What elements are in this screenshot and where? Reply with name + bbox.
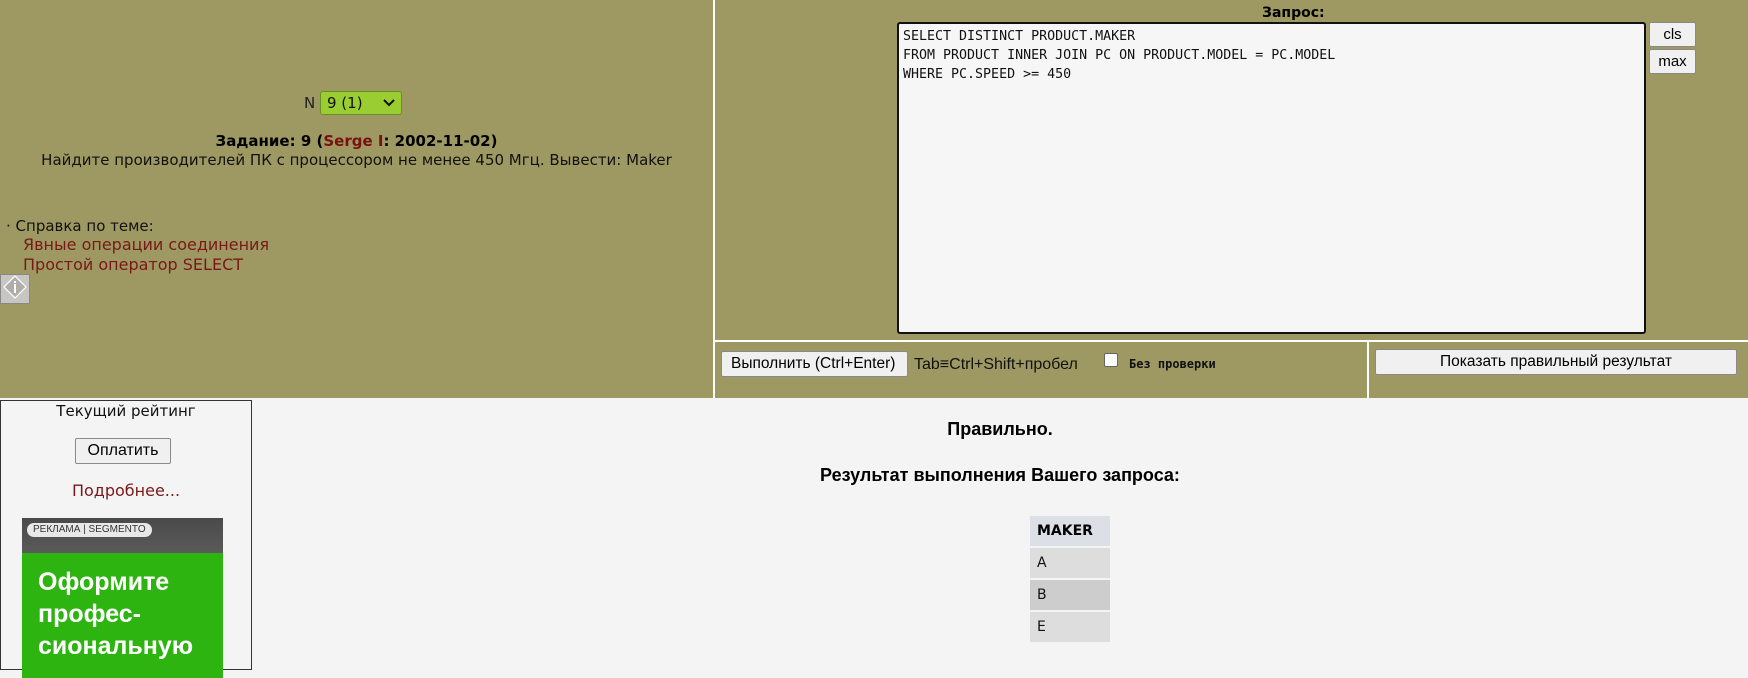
column-header: MAKER — [1030, 516, 1110, 546]
tab-hint: Tab≡Ctrl+Shift+пробел — [914, 356, 1078, 373]
no-check-label: Без проверки — [1129, 357, 1216, 371]
horizontal-divider — [715, 340, 1748, 342]
task-number-value: 9 (1) — [327, 94, 363, 112]
ad-badge: РЕКЛАМА | SEGMENTO — [27, 523, 152, 537]
help-link-select[interactable]: Простой оператор SELECT — [23, 255, 243, 274]
table-cell: E — [1030, 612, 1110, 642]
table-row: E — [1030, 612, 1110, 642]
task-selector-label: N — [304, 94, 316, 112]
query-label: Запрос: — [1262, 5, 1325, 21]
result-status: Правильно. — [947, 419, 1053, 439]
execute-button[interactable]: Выполнить (Ctrl+Enter) — [721, 351, 908, 377]
ad-line: сиональную — [38, 632, 194, 660]
max-button[interactable]: max — [1649, 49, 1696, 74]
table-row: A — [1030, 548, 1110, 578]
vertical-divider — [713, 0, 715, 398]
table-cell: A — [1030, 548, 1110, 578]
task-number-select[interactable]: 9 (1) — [320, 91, 402, 115]
ad-header: РЕКЛАМА | SEGMENTO — [22, 518, 223, 553]
help-link-joins[interactable]: Явные операции соединения — [23, 235, 269, 254]
table-row: B — [1030, 580, 1110, 610]
task-author-link[interactable]: Serge I — [323, 132, 383, 150]
task-title-prefix: Задание: 9 ( — [215, 132, 324, 150]
task-title-suffix: : 2002-11-02) — [383, 132, 498, 150]
table-header-row: MAKER — [1030, 516, 1110, 546]
controls-divider — [1367, 342, 1369, 398]
ad-banner[interactable]: РЕКЛАМА | SEGMENTO Оформите профес- сион… — [22, 518, 223, 678]
info-icon — [3, 275, 27, 303]
task-description: Найдите производителей ПК с процессором … — [41, 151, 672, 169]
ad-line: профес- — [38, 600, 141, 628]
info-button[interactable] — [0, 274, 30, 304]
query-editor[interactable]: SELECT DISTINCT PRODUCT.MAKER FROM PRODU… — [897, 22, 1646, 334]
cls-button[interactable]: cls — [1649, 22, 1696, 47]
show-correct-result-button[interactable]: Показать правильный результат — [1375, 349, 1737, 375]
no-check-checkbox[interactable] — [1104, 353, 1118, 367]
result-heading: Результат выполнения Вашего запроса: — [820, 465, 1180, 485]
ad-line: Оформите — [38, 568, 170, 596]
task-title: Задание: 9 (Serge I: 2002-11-02) — [0, 132, 713, 150]
pay-button[interactable]: Оплатить — [75, 438, 171, 464]
help-heading: · Справка по теме: — [6, 217, 154, 235]
chevron-down-icon — [383, 93, 395, 117]
result-table: MAKER A B E — [1030, 514, 1110, 644]
rating-title: Текущий рейтинг — [56, 402, 196, 420]
rating-panel: Текущий рейтинг Оплатить Подробнее... РЕ… — [0, 400, 252, 678]
table-cell: B — [1030, 580, 1110, 610]
ad-text: Оформите профес- сиональную — [38, 566, 223, 662]
more-link[interactable]: Подробнее... — [1, 481, 251, 500]
